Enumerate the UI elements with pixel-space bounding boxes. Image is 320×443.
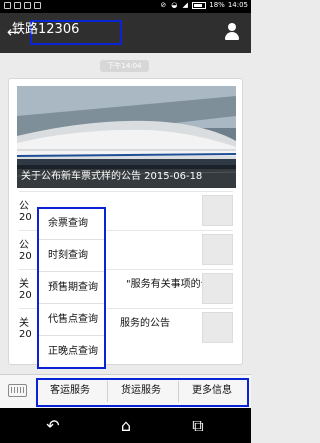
app-screen: ⊘ ◒ ◢ 18% 14:05 ← 铁路12306 下午14:04 关于公布新车… — [0, 0, 251, 443]
menu-item-timetable[interactable]: 时刻查询 — [38, 240, 105, 272]
article-title-end: 服务的公告 — [120, 318, 170, 329]
article-title: 公 — [19, 240, 29, 251]
article-thumbnail — [202, 312, 233, 343]
notification-icons — [4, 2, 41, 9]
wifi-icon: ◒ — [171, 1, 178, 9]
menu-item-train-delay[interactable]: 正晚点查询 — [38, 336, 105, 368]
menu-divider — [107, 381, 108, 402]
article-date: 20 — [19, 290, 32, 301]
battery-icon — [192, 1, 207, 9]
notification-icon — [4, 2, 11, 9]
back-icon[interactable]: ↶ — [42, 415, 64, 437]
article-thumbnail — [202, 234, 233, 265]
bottom-menu-bar: 客运服务 货运服务 更多信息 — [0, 374, 251, 408]
notification-icon — [24, 2, 31, 9]
system-status: ⊘ ◒ ◢ 18% 14:05 — [159, 1, 248, 9]
notification-icon — [14, 2, 21, 9]
article-date: 20 — [19, 329, 32, 340]
article-date: 20 — [19, 212, 32, 223]
article-title: 公 — [19, 201, 29, 212]
menu-item-agency-points[interactable]: 代售点查询 — [38, 304, 105, 336]
signal-icon: ◢ — [182, 1, 188, 9]
menu-divider — [178, 381, 179, 402]
menu-item-remaining-tickets[interactable]: 余票查询 — [38, 208, 105, 240]
article-date: 20 — [19, 251, 32, 262]
article-thumbnail — [202, 195, 233, 226]
clock: 14:05 — [227, 1, 248, 9]
person-head — [228, 23, 236, 31]
message-time: 下午14:04 — [100, 60, 149, 72]
tab-freight-service[interactable]: 货运服务 — [121, 383, 161, 399]
navigation-bar: ↶ ⌂ ⧉ — [0, 408, 251, 443]
person-icon[interactable] — [225, 23, 239, 41]
article-title: 关 — [19, 318, 29, 329]
status-bar: ⊘ ◒ ◢ 18% 14:05 — [0, 0, 251, 13]
hero-caption: 关于公布新车票式样的公告 2015-06-18 — [17, 165, 236, 188]
article-thumbnail — [202, 273, 233, 304]
submenu-popup: 余票查询 时刻查询 预售期查询 代售点查询 正晚点查询 — [37, 207, 106, 369]
person-body — [225, 32, 239, 40]
battery-percent: 18% — [209, 1, 225, 9]
tab-more-info[interactable]: 更多信息 — [192, 383, 232, 399]
notification-icon — [34, 2, 41, 9]
home-icon[interactable]: ⌂ — [115, 415, 137, 437]
recent-apps-icon[interactable]: ⧉ — [187, 415, 209, 437]
page-title: 铁路12306 — [12, 22, 80, 37]
hero-article[interactable]: 关于公布新车票式样的公告 2015-06-18 — [17, 86, 236, 188]
keyboard-icon[interactable] — [8, 384, 27, 397]
article-title: 关 — [19, 279, 29, 290]
mute-icon: ⊘ — [160, 1, 167, 9]
title-bar: ← 铁路12306 — [0, 13, 251, 53]
menu-item-presale-period[interactable]: 预售期查询 — [38, 272, 105, 304]
tab-passenger-service[interactable]: 客运服务 — [50, 383, 90, 399]
